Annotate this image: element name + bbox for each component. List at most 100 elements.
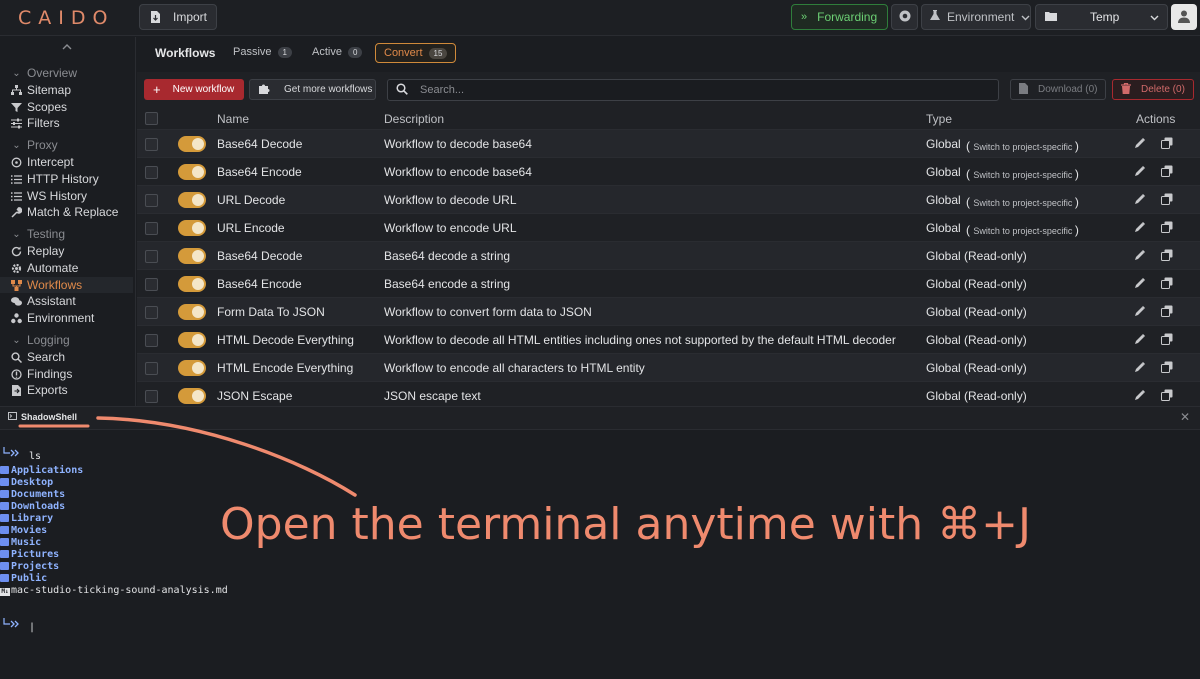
row-checkbox[interactable] bbox=[145, 166, 158, 179]
switch-to-project-link[interactable]: ( Switch to project-specific ) bbox=[966, 167, 1079, 181]
search-input[interactable] bbox=[420, 84, 980, 96]
enabled-toggle[interactable] bbox=[178, 248, 206, 264]
sidebar-item-environment[interactable]: Environment bbox=[11, 311, 94, 325]
annotation-arrow bbox=[18, 416, 357, 497]
row-checkbox[interactable] bbox=[145, 222, 158, 235]
download-button[interactable]: Download (0) bbox=[1010, 79, 1106, 100]
row-checkbox[interactable] bbox=[145, 306, 158, 319]
environment-select[interactable]: Environment bbox=[921, 4, 1031, 30]
sidebar-item-ws-history[interactable]: WS History bbox=[11, 189, 87, 203]
search-field[interactable] bbox=[387, 79, 999, 101]
directory-entry: Movies bbox=[0, 525, 47, 536]
row-checkbox[interactable] bbox=[145, 334, 158, 347]
sidebar-item-exports[interactable]: Exports bbox=[11, 383, 68, 397]
duplicate-icon[interactable] bbox=[1161, 221, 1173, 233]
row-checkbox[interactable] bbox=[145, 194, 158, 207]
sidebar-group-testing[interactable]: ⌄ Testing bbox=[11, 227, 65, 241]
switch-to-project-link[interactable]: ( Switch to project-specific ) bbox=[966, 223, 1079, 237]
table-row[interactable]: Base64 Encode Base64 encode a string Globa… bbox=[137, 270, 1200, 298]
crosshair-icon bbox=[11, 157, 22, 168]
sidebar-item-intercept[interactable]: Intercept bbox=[11, 155, 74, 169]
duplicate-icon[interactable] bbox=[1161, 137, 1173, 149]
forwarding-button[interactable]: » Forwarding bbox=[791, 4, 888, 30]
sidebar-item-search[interactable]: Search bbox=[11, 350, 65, 364]
sidebar-item-label: Exports bbox=[27, 383, 68, 397]
column-type[interactable]: Type bbox=[926, 112, 952, 126]
sidebar-item-scopes[interactable]: Scopes bbox=[11, 100, 67, 114]
edit-icon[interactable] bbox=[1134, 305, 1146, 317]
duplicate-icon[interactable] bbox=[1161, 333, 1173, 345]
workflow-type: Global bbox=[926, 193, 961, 207]
user-menu-button[interactable] bbox=[1171, 4, 1197, 30]
column-name[interactable]: Name bbox=[217, 112, 249, 126]
duplicate-icon[interactable] bbox=[1161, 165, 1173, 177]
table-row[interactable]: Base64 Decode Workflow to decode base64 Gl… bbox=[137, 130, 1200, 158]
select-all-checkbox[interactable] bbox=[145, 112, 158, 125]
row-checkbox[interactable] bbox=[145, 138, 158, 151]
tab-active[interactable]: Active 0 bbox=[312, 46, 363, 58]
duplicate-icon[interactable] bbox=[1161, 277, 1173, 289]
browser-button[interactable] bbox=[891, 4, 918, 30]
row-checkbox[interactable] bbox=[145, 250, 158, 263]
table-row[interactable]: Form Data To JSON Workflow to convert for… bbox=[137, 298, 1200, 326]
workflow-name: HTML Decode Everything bbox=[217, 333, 354, 347]
edit-icon[interactable] bbox=[1134, 221, 1146, 233]
edit-icon[interactable] bbox=[1134, 277, 1146, 289]
workflow-description: Workflow to decode base64 bbox=[384, 137, 532, 151]
sidebar-group-proxy[interactable]: ⌄ Proxy bbox=[11, 138, 57, 152]
table-row[interactable]: Base64 Encode Workflow to encode base64 Gl… bbox=[137, 158, 1200, 186]
tab-convert[interactable]: Convert 15 bbox=[375, 43, 457, 63]
column-description[interactable]: Description bbox=[384, 112, 444, 126]
sidebar-item-assistant[interactable]: Assistant bbox=[11, 294, 76, 308]
sidebar-item-label: HTTP History bbox=[27, 172, 99, 186]
enabled-toggle[interactable] bbox=[178, 164, 206, 180]
edit-icon[interactable] bbox=[1134, 249, 1146, 261]
collapse-up-icon[interactable] bbox=[62, 42, 72, 53]
edit-icon[interactable] bbox=[1134, 165, 1146, 177]
get-more-workflows-button[interactable]: Get more workflows bbox=[249, 79, 376, 100]
project-select[interactable]: Temp bbox=[1035, 4, 1168, 30]
enabled-toggle[interactable] bbox=[178, 332, 206, 348]
import-button[interactable]: Import bbox=[139, 4, 217, 30]
sidebar-group-logging[interactable]: ⌄ Logging bbox=[11, 333, 69, 347]
edit-icon[interactable] bbox=[1134, 193, 1146, 205]
duplicate-icon[interactable] bbox=[1161, 305, 1173, 317]
duplicate-icon[interactable] bbox=[1161, 389, 1173, 401]
duplicate-icon[interactable] bbox=[1161, 193, 1173, 205]
table-row[interactable]: HTML Decode Everything Workflow to decode… bbox=[137, 326, 1200, 354]
sidebar-item-sitemap[interactable]: Sitemap bbox=[11, 83, 71, 97]
close-icon[interactable]: ✕ bbox=[1180, 410, 1190, 424]
sidebar-item-http-history[interactable]: HTTP History bbox=[11, 172, 99, 186]
switch-to-project-link[interactable]: ( Switch to project-specific ) bbox=[966, 195, 1079, 209]
edit-icon[interactable] bbox=[1134, 333, 1146, 345]
sidebar-item-filters[interactable]: Filters bbox=[11, 116, 60, 130]
enabled-toggle[interactable] bbox=[178, 136, 206, 152]
sidebar-item-replay[interactable]: Replay bbox=[11, 244, 64, 258]
sidebar-item-automate[interactable]: Automate bbox=[11, 261, 78, 275]
edit-icon[interactable] bbox=[1134, 389, 1146, 401]
sidebar-item-findings[interactable]: Findings bbox=[11, 367, 72, 381]
row-checkbox[interactable] bbox=[145, 362, 158, 375]
edit-icon[interactable] bbox=[1134, 361, 1146, 373]
enabled-toggle[interactable] bbox=[178, 192, 206, 208]
edit-icon[interactable] bbox=[1134, 137, 1146, 149]
sidebar-group-overview[interactable]: ⌄ Overview bbox=[11, 66, 77, 80]
table-row[interactable]: Base64 Decode Base64 decode a string Globa… bbox=[137, 242, 1200, 270]
table-row[interactable]: HTML Encode Everything Workflow to encode… bbox=[137, 354, 1200, 382]
enabled-toggle[interactable] bbox=[178, 276, 206, 292]
duplicate-icon[interactable] bbox=[1161, 361, 1173, 373]
tab-passive[interactable]: Passive 1 bbox=[233, 46, 292, 58]
enabled-toggle[interactable] bbox=[178, 220, 206, 236]
row-checkbox[interactable] bbox=[145, 278, 158, 291]
table-row[interactable]: URL Decode Workflow to decode URL Global ( … bbox=[137, 186, 1200, 214]
enabled-toggle[interactable] bbox=[178, 304, 206, 320]
delete-button[interactable]: Delete (0) bbox=[1112, 79, 1194, 100]
sidebar-item-workflows[interactable]: Workflows bbox=[0, 277, 133, 293]
switch-to-project-link[interactable]: ( Switch to project-specific ) bbox=[966, 139, 1079, 153]
new-workflow-button[interactable]: + New workflow bbox=[144, 79, 244, 100]
duplicate-icon[interactable] bbox=[1161, 249, 1173, 261]
table-row[interactable]: URL Encode Workflow to encode URL Global ( … bbox=[137, 214, 1200, 242]
enabled-toggle[interactable] bbox=[178, 360, 206, 376]
switch-label: Switch to project-specific bbox=[973, 142, 1073, 152]
sidebar-item-match-replace[interactable]: Match & Replace bbox=[11, 205, 118, 219]
